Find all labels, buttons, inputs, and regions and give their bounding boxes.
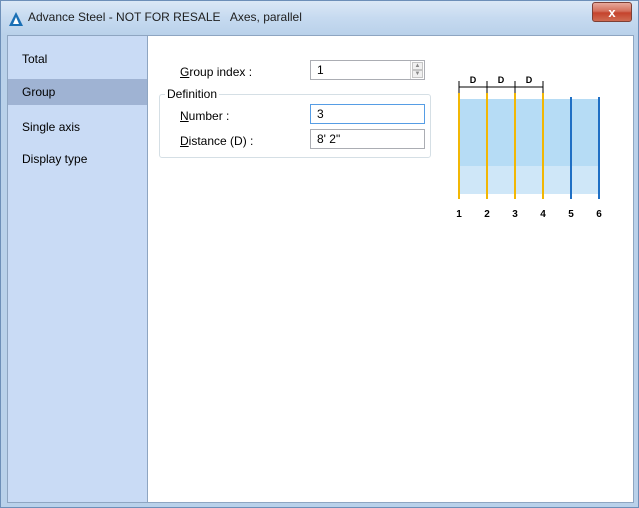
distance-label: Distance (D) : — [180, 134, 254, 148]
sidebar-item-label: Display type — [22, 152, 88, 166]
distance-input[interactable]: 8' 2" — [310, 129, 425, 149]
axis-label-1: 1 — [456, 209, 462, 220]
group-index-spinner[interactable]: 1 ▲ ▼ — [310, 60, 425, 80]
close-icon: x — [608, 4, 616, 20]
axis-label-2: 2 — [484, 209, 490, 220]
group-index-label: Group index : — [180, 65, 253, 79]
title-bar[interactable]: Advance Steel - NOT FOR RESALE Axes, par… — [1, 1, 638, 35]
spin-down-button[interactable]: ▼ — [412, 70, 423, 78]
sidebar-item-group[interactable]: Group — [8, 79, 147, 105]
group-index-value: 1 — [317, 63, 324, 77]
sidebar-item-total[interactable]: Total — [8, 46, 147, 72]
dialog-window: Advance Steel - NOT FOR RESALE Axes, par… — [0, 0, 639, 508]
axes-preview-diagram: D D D 1 2 3 4 5 6 — [456, 75, 602, 220]
spin-up-button[interactable]: ▲ — [412, 62, 423, 70]
sidebar-item-label: Total — [22, 52, 48, 66]
axis-label-5: 5 — [568, 209, 574, 220]
definition-legend: Definition — [165, 87, 220, 101]
sidebar-item-display-type[interactable]: Display type — [8, 146, 147, 172]
sidebar-item-label: Single axis — [22, 120, 81, 134]
number-label: Number : — [180, 109, 230, 123]
axis-label-4: 4 — [540, 209, 546, 220]
window-title: Advance Steel - NOT FOR RESALE Axes, par… — [28, 10, 302, 24]
sidebar-item-single-axis[interactable]: Single axis — [8, 114, 147, 140]
dialog-client-area: Total Group Single axis Display type Gro… — [7, 35, 634, 503]
dimension-label-3: D — [526, 75, 533, 85]
sidebar: Total Group Single axis Display type — [8, 36, 148, 502]
sidebar-item-label: Group — [22, 85, 56, 99]
content-panel: Group index : 1 ▲ ▼ Definition Number : … — [149, 36, 633, 502]
dimension-label-2: D — [498, 75, 505, 85]
distance-value: 8' 2" — [317, 132, 341, 146]
number-value: 3 — [317, 107, 324, 121]
close-button[interactable]: x — [592, 2, 632, 22]
axis-label-6: 6 — [596, 209, 602, 220]
spinner-buttons: ▲ ▼ — [410, 61, 424, 79]
dimension-label-1: D — [470, 75, 477, 85]
axis-label-3: 3 — [512, 209, 518, 220]
number-input[interactable]: 3 — [310, 104, 425, 124]
advance-steel-logo-icon — [9, 12, 23, 26]
preview-fill-gradient — [459, 166, 599, 194]
